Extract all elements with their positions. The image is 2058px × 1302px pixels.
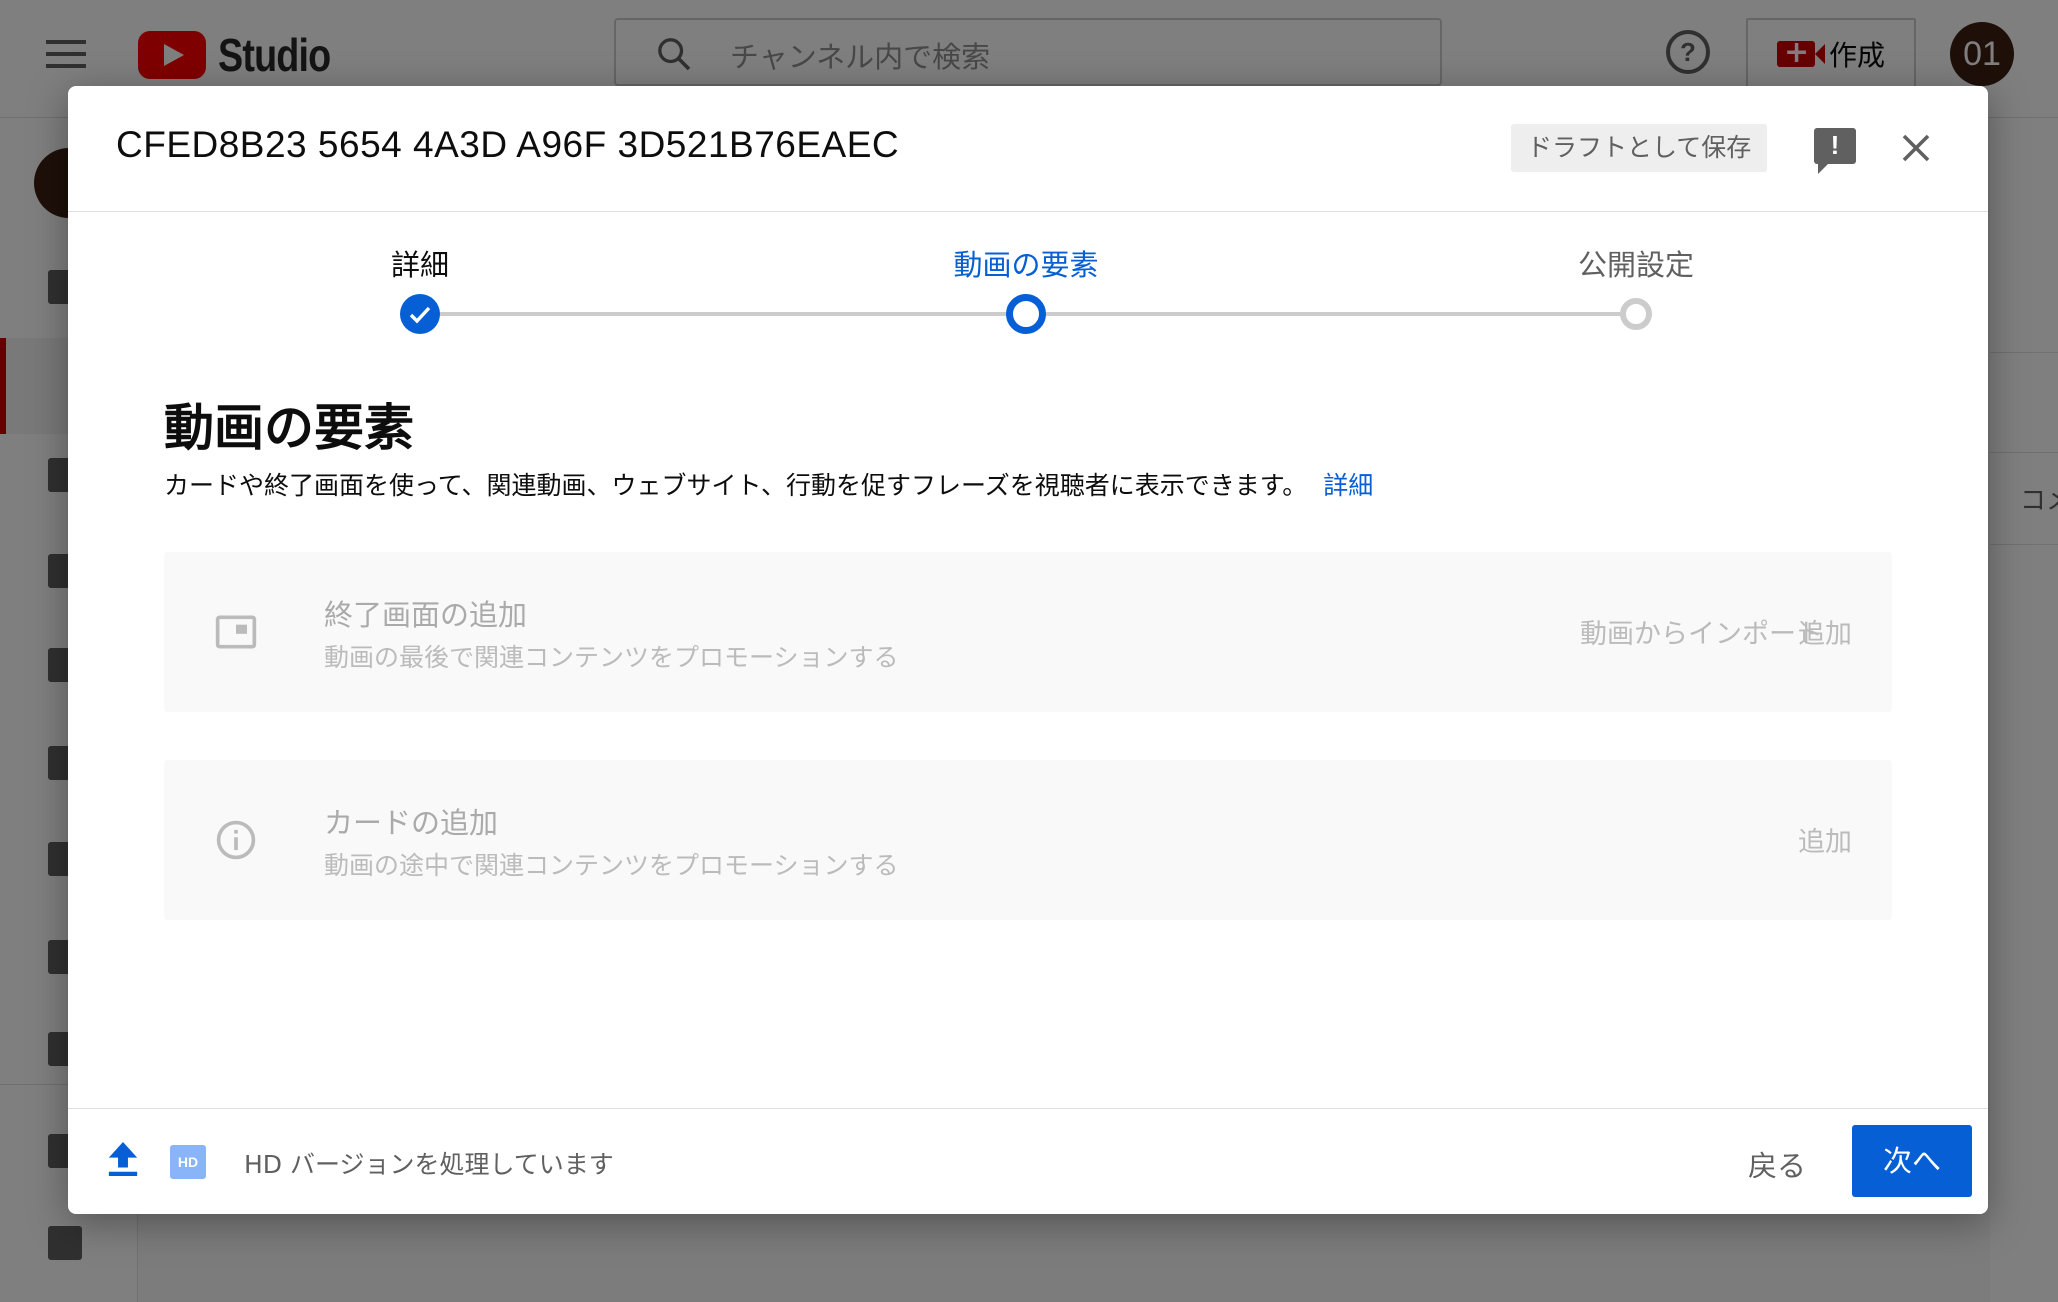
import-from-video-button[interactable]: 動画からインポート <box>1580 612 1823 651</box>
hd-badge: HD <box>170 1145 206 1179</box>
end-screen-card: 終了画面の追加 動画の最後で関連コンテンツをプロモーションする 動画からインポー… <box>164 552 1892 712</box>
add-end-screen-button[interactable]: 追加 <box>1798 612 1852 651</box>
step-details-check-icon[interactable] <box>400 294 440 334</box>
next-button[interactable]: 次へ <box>1852 1125 1972 1197</box>
end-screen-icon <box>215 615 257 649</box>
save-draft-button[interactable]: ドラフトとして保存 <box>1511 124 1768 172</box>
step-visibility-label[interactable]: 公開設定 <box>1578 242 1694 284</box>
dialog-header: CFED8B23 5654 4A3D A96F 3D521B76EAEC ドラフ… <box>68 86 1988 212</box>
end-screen-subtitle: 動画の最後で関連コンテンツをプロモーションする <box>324 643 899 672</box>
processing-status: HD バージョンを処理しています <box>244 1150 614 1179</box>
end-screen-title: 終了画面の追加 <box>324 598 528 632</box>
dialog-footer: HD HD バージョンを処理しています 戻る 次へ <box>68 1108 1988 1214</box>
info-icon <box>216 820 256 860</box>
close-icon[interactable] <box>1898 130 1934 166</box>
cards-title: カードの追加 <box>324 806 499 840</box>
feedback-icon[interactable] <box>1814 128 1856 174</box>
section-title: 動画の要素 <box>164 399 414 457</box>
back-button[interactable]: 戻る <box>1748 1143 1806 1185</box>
add-cards-button[interactable]: 追加 <box>1798 820 1852 859</box>
section-description-text: カードや終了画面を使って、関連動画、ウェブサイト、行動を促すフレーズを視聴者に表… <box>164 471 1308 500</box>
section-description: カードや終了画面を使って、関連動画、ウェブサイト、行動を促すフレーズを視聴者に表… <box>164 466 1373 502</box>
step-visibility-dot[interactable] <box>1620 298 1652 330</box>
step-video-elements-dot[interactable] <box>1006 294 1046 334</box>
upload-icon <box>108 1142 138 1176</box>
upload-dialog: CFED8B23 5654 4A3D A96F 3D521B76EAEC ドラフ… <box>68 86 1988 1214</box>
step-video-elements-label[interactable]: 動画の要素 <box>953 242 1098 284</box>
cards-subtitle: 動画の途中で関連コンテンツをプロモーションする <box>324 851 899 880</box>
step-details-label[interactable]: 詳細 <box>391 242 449 284</box>
learn-more-link[interactable]: 詳細 <box>1323 471 1373 500</box>
cards-card: カードの追加 動画の途中で関連コンテンツをプロモーションする 追加 <box>164 760 1892 920</box>
video-title: CFED8B23 5654 4A3D A96F 3D521B76EAEC <box>116 124 900 165</box>
